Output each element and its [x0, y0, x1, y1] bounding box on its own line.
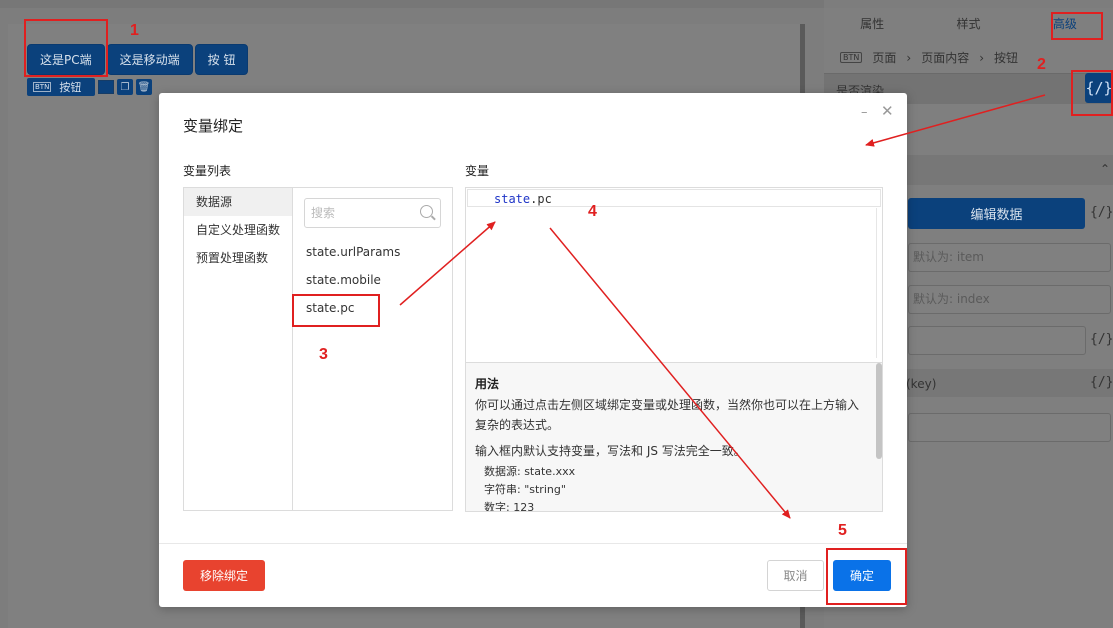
arrow-3 — [399, 221, 496, 306]
arrow-4 — [549, 227, 791, 519]
arrow-2 — [865, 94, 1046, 147]
annotation-arrows — [399, 94, 1046, 519]
